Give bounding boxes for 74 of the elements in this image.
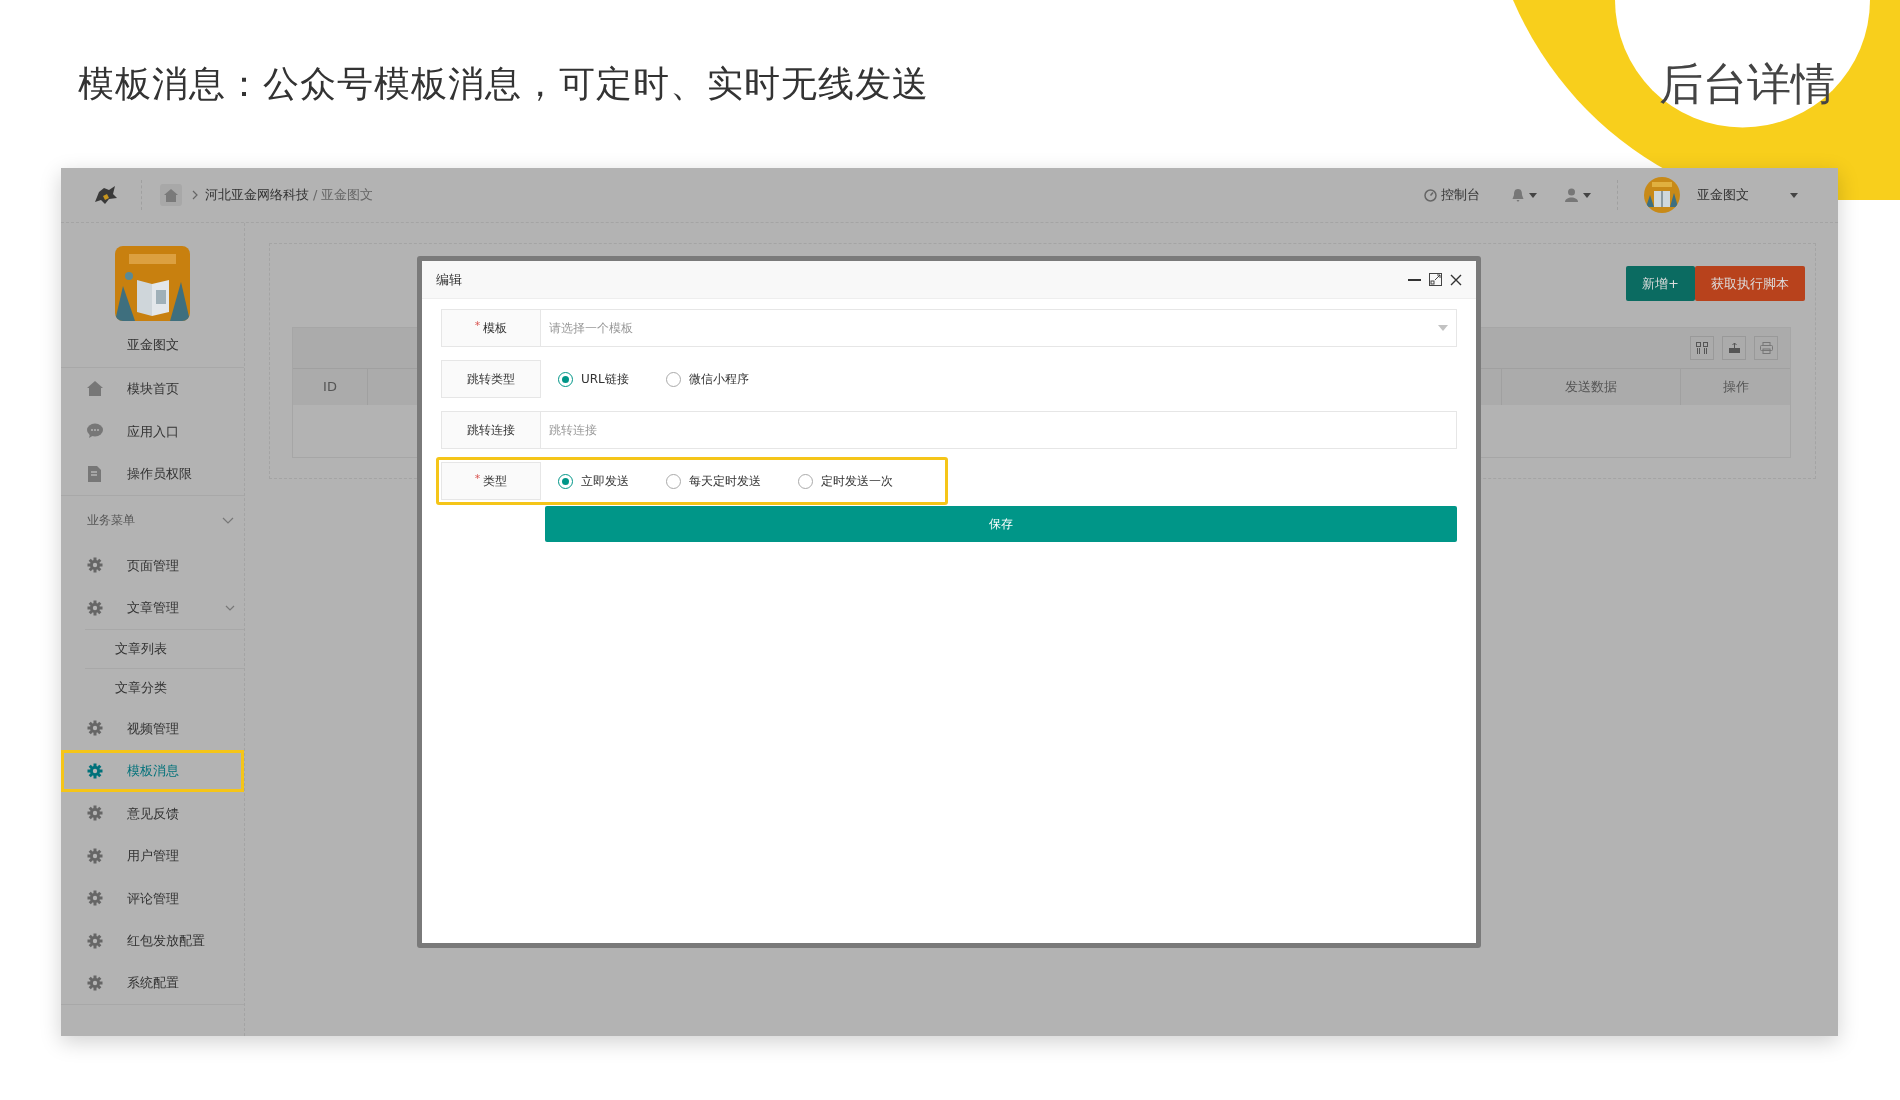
print-button[interactable]: [1754, 336, 1778, 360]
field-label: 跳转类型: [467, 371, 515, 388]
menu-section-header[interactable]: 业务菜单: [61, 495, 244, 544]
column-header: 操作: [1722, 378, 1749, 397]
user-icon[interactable]: [1565, 188, 1578, 202]
gear-icon: [87, 847, 103, 864]
sidebar-subitem[interactable]: 文章分类: [85, 668, 244, 707]
field-label: 模板: [483, 320, 508, 337]
input-field[interactable]: 跳转连接: [541, 411, 1457, 449]
console-link[interactable]: 控制台: [1441, 185, 1480, 205]
chevron-icon: [191, 190, 199, 200]
sidebar-item[interactable]: 评论管理: [61, 877, 244, 920]
bell-icon[interactable]: [1512, 188, 1524, 202]
gear-icon: [87, 805, 103, 822]
script-button[interactable]: 获取执行脚本: [1695, 266, 1805, 301]
app-name: 亚金图文: [126, 336, 179, 354]
chevron-down-icon: [225, 604, 235, 611]
dashboard-icon: [1424, 188, 1437, 202]
dialog-title: 编辑: [436, 270, 462, 289]
breadcrumb-separator: /: [313, 186, 318, 205]
columns-icon: [1696, 342, 1708, 354]
radio-option[interactable]: URL链接: [558, 370, 629, 388]
sidebar-item[interactable]: 模块首页: [61, 367, 244, 410]
radio-option[interactable]: 每天定时发送: [666, 472, 761, 490]
slide-subtitle: 后台详情: [1659, 57, 1835, 111]
breadcrumb-item: 亚金图文: [321, 186, 374, 205]
breadcrumb-item[interactable]: 河北亚金网络科技: [205, 185, 309, 205]
field-label: 跳转连接: [467, 422, 515, 439]
radio-option[interactable]: 定时发送一次: [798, 472, 893, 490]
gear-icon: [87, 932, 103, 949]
printer-icon: [1759, 342, 1773, 354]
sidebar-item[interactable]: 系统配置: [61, 962, 244, 1005]
gear-icon: [87, 890, 103, 907]
home-icon: [164, 188, 178, 202]
sidebar-item[interactable]: 文章管理: [61, 586, 244, 629]
user-name[interactable]: 亚金图文: [1697, 185, 1785, 205]
sidebar-item[interactable]: 用户管理: [61, 834, 244, 877]
document-icon: [87, 465, 103, 482]
field-label: 类型: [483, 473, 508, 490]
save-button[interactable]: 保存: [545, 506, 1457, 542]
home-button[interactable]: [160, 184, 182, 206]
maximize-icon[interactable]: [1429, 273, 1442, 286]
sidebar-item[interactable]: 页面管理: [61, 544, 244, 587]
required-mark: *: [474, 471, 481, 487]
sidebar-item[interactable]: 操作员权限: [61, 452, 244, 495]
sidebar-item[interactable]: 视频管理: [61, 707, 244, 750]
export-button[interactable]: [1722, 336, 1746, 360]
caret-icon: [1583, 192, 1591, 198]
caret-icon: [1529, 192, 1537, 198]
radio-option[interactable]: 微信小程序: [665, 370, 749, 388]
sidebar-item[interactable]: 应用入口: [61, 410, 244, 453]
sidebar-item[interactable]: 红包发放配置: [61, 919, 244, 962]
logo-icon: [93, 184, 119, 206]
close-icon[interactable]: [1450, 273, 1462, 286]
export-icon: [1727, 342, 1741, 354]
gear-icon: [87, 599, 103, 616]
columns-button[interactable]: [1690, 336, 1714, 360]
sidebar-subitem[interactable]: 文章列表: [85, 629, 244, 668]
gear-icon: [87, 720, 103, 737]
home-icon: [87, 380, 103, 397]
add-button[interactable]: 新增+: [1626, 266, 1695, 301]
column-header: ID: [323, 378, 337, 397]
gear-icon: [87, 762, 103, 779]
radio-option[interactable]: 立即发送: [558, 472, 629, 490]
chat-icon: [87, 423, 103, 440]
gear-icon: [87, 974, 103, 991]
chevron-down-icon: [222, 516, 234, 524]
caret-icon: [1438, 325, 1448, 331]
gear-icon: [87, 557, 103, 574]
sidebar-item[interactable]: 意见反馈: [61, 792, 244, 835]
caret-icon: [1790, 192, 1798, 198]
required-mark: *: [474, 318, 481, 334]
column-header: 发送数据: [1565, 378, 1617, 397]
slide-title: 模板消息：公众号模板消息，可定时、实时无线发送: [78, 62, 929, 106]
